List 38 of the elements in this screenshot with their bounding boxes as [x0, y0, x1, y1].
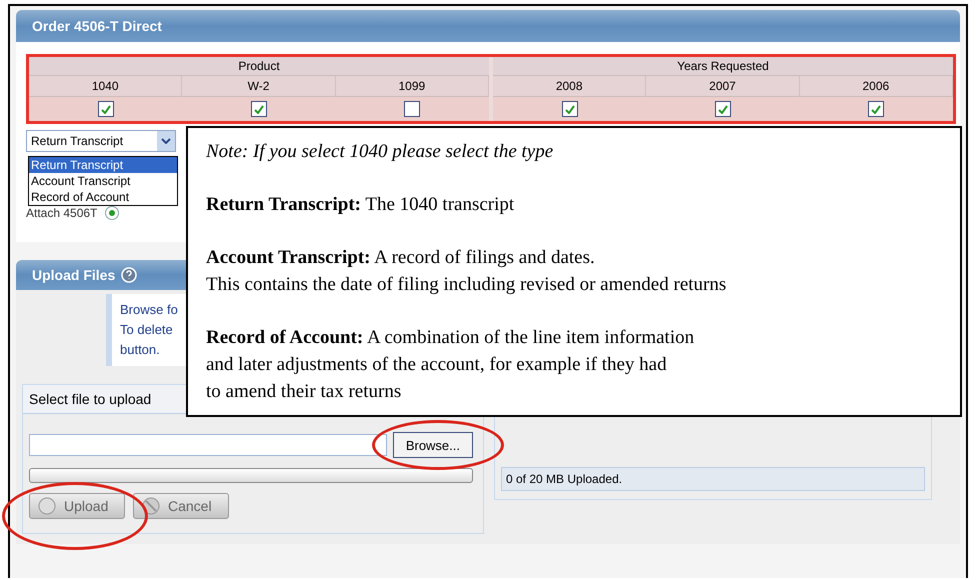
instruction-text: To delete — [120, 321, 173, 339]
instruction-text: Browse fo — [120, 301, 178, 319]
upload-status: 0 of 20 MB Uploaded. — [501, 467, 925, 491]
instruction-text: button. — [120, 341, 160, 359]
checkbox[interactable] — [714, 101, 731, 117]
cancel-icon — [142, 497, 160, 515]
check-mark-icon — [564, 104, 575, 114]
panel-title: Order 4506-T Direct — [16, 10, 960, 42]
check-mark-icon — [718, 104, 728, 114]
dropdown-option[interactable]: Return Transcript — [29, 157, 177, 173]
chevron-down-icon — [157, 131, 175, 151]
checkbox[interactable] — [98, 101, 114, 117]
column-heading: 2007 — [646, 76, 800, 97]
check-mark-icon — [871, 104, 882, 114]
checkbox[interactable] — [404, 101, 420, 117]
radio-label: Attach 4506T — [26, 206, 98, 220]
group-heading: Product — [29, 57, 489, 76]
column-heading: W-2 — [182, 76, 336, 97]
note-paragraph: Account Transcript: A record of filings and dates. This contains the date of filing including revised or amended returns — [206, 246, 728, 297]
check-mark-icon — [100, 104, 111, 114]
section-title: Upload Files — [32, 267, 116, 283]
transcript-type-dropdown[interactable]: Return Transcript — [26, 130, 176, 152]
column-heading: 1040 — [29, 76, 182, 97]
column-heading: 2006 — [800, 76, 953, 97]
radio-dot-icon — [109, 210, 116, 216]
checkbox[interactable] — [562, 101, 578, 117]
note-paragraph: Return Transcript: The 1040 transcript — [206, 193, 516, 217]
browse-button[interactable]: Browse... — [392, 432, 473, 458]
help-icon[interactable] — [121, 267, 138, 283]
checkbox[interactable] — [868, 101, 884, 117]
check-mark-icon — [254, 104, 264, 114]
radio-button[interactable] — [105, 206, 120, 220]
column-heading: 1099 — [336, 76, 489, 97]
file-path-field[interactable] — [29, 434, 387, 456]
group-heading: Years Requested — [493, 57, 953, 76]
note-intro: Note: If you select 1040 please select the type — [206, 140, 554, 164]
checkbox[interactable] — [250, 101, 267, 117]
column-heading: 2008 — [493, 76, 646, 97]
